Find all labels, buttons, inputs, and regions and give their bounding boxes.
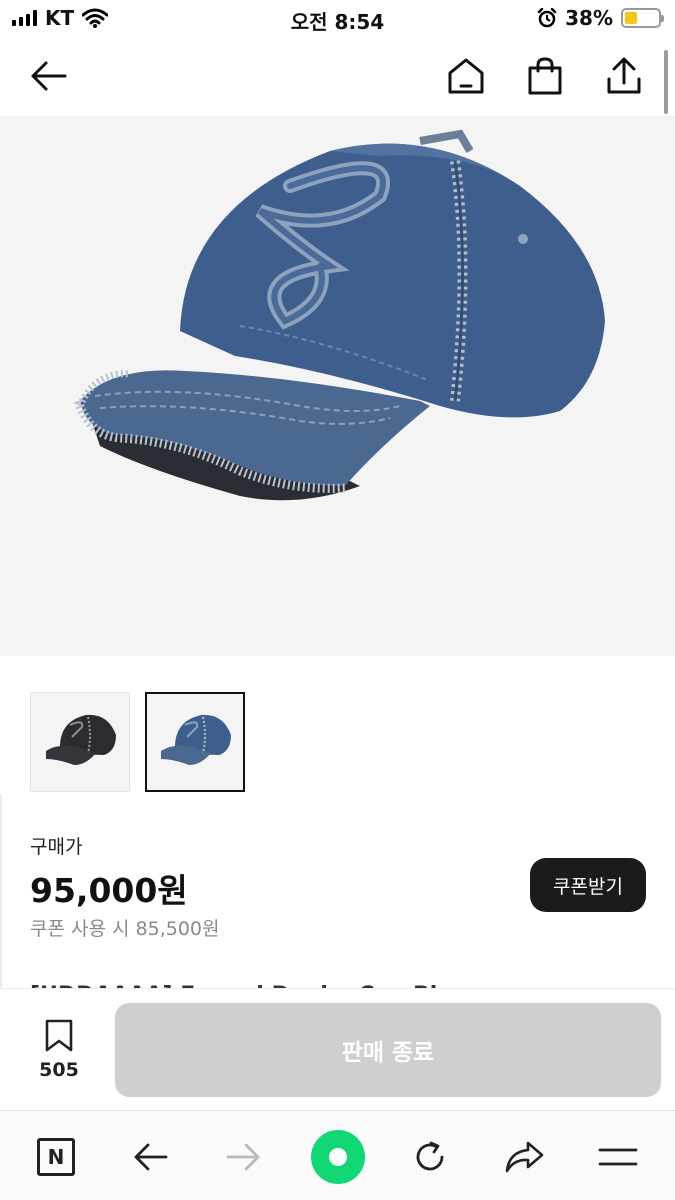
naver-n-icon: N [37, 1138, 75, 1176]
browser-toolbar: N [0, 1110, 675, 1200]
divider [0, 795, 2, 995]
share-button[interactable] [602, 54, 646, 98]
shopping-bag-button[interactable] [523, 54, 567, 98]
share-icon [505, 1141, 544, 1173]
back-button[interactable] [26, 54, 70, 98]
home-button[interactable] [444, 54, 488, 98]
bookmark-icon [45, 1019, 73, 1052]
green-dot-button[interactable] [310, 1129, 366, 1185]
scrollbar[interactable] [664, 50, 668, 114]
get-coupon-button[interactable]: 쿠폰받기 [530, 858, 646, 912]
status-bar: KT 오전 8:54 38% [0, 0, 675, 38]
home-icon [448, 58, 484, 94]
battery-percent: 38% [565, 6, 613, 30]
naver-home-button[interactable]: N [32, 1133, 80, 1181]
forward-arrow-icon [226, 1143, 260, 1171]
refresh-icon [416, 1141, 444, 1171]
menu-icon [598, 1148, 638, 1166]
green-dot-icon [311, 1130, 365, 1184]
back-arrow-icon [31, 61, 67, 91]
purchase-action-bar: 505 판매 종료 [0, 988, 675, 1110]
product-price: 95,000원 [30, 871, 188, 910]
blue-cap-thumbnail [161, 714, 231, 765]
browser-back-button[interactable] [126, 1133, 174, 1181]
back-arrow-icon [134, 1143, 168, 1171]
price-label: 구매가 [30, 836, 83, 858]
wishlist-count: 505 [39, 1059, 79, 1081]
thumbnail-list [30, 692, 245, 792]
product-image[interactable] [0, 116, 675, 656]
battery-icon [621, 8, 664, 28]
alarm-icon [537, 8, 557, 28]
refresh-button[interactable] [406, 1133, 454, 1181]
coupon-price: 쿠폰 사용 시 85,500원 [30, 918, 220, 940]
thumbnail-black[interactable] [30, 692, 130, 792]
browser-forward-button[interactable] [220, 1133, 268, 1181]
battery-level [625, 12, 638, 24]
wishlist-button[interactable]: 505 [28, 1019, 90, 1081]
page-header [0, 40, 675, 114]
browser-share-button[interactable] [500, 1133, 548, 1181]
sold-out-button[interactable]: 판매 종료 [115, 1003, 661, 1097]
menu-button[interactable] [594, 1133, 642, 1181]
black-cap-thumbnail [46, 714, 116, 765]
share-icon [607, 57, 641, 94]
denim-cap-image [73, 129, 605, 501]
shopping-bag-icon [528, 57, 562, 95]
status-right: 38% [537, 6, 664, 30]
thumbnail-blue[interactable] [145, 692, 245, 792]
